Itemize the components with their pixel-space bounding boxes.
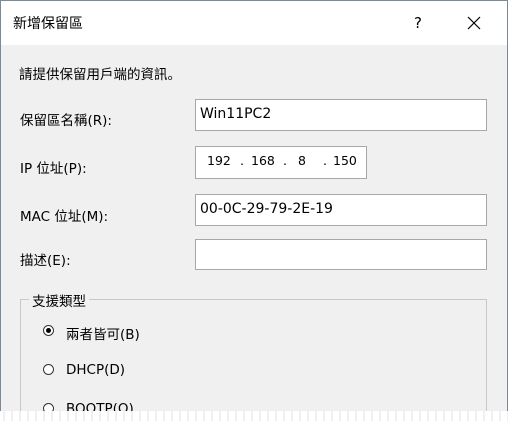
radio-dhcp-label: DHCP(D) xyxy=(66,362,126,378)
radio-button-icon[interactable] xyxy=(43,364,54,375)
instruction-text: 請提供保留用戶端的資訊。 xyxy=(19,67,181,83)
ip-dot-separator: . xyxy=(283,153,287,168)
ip-address-label: IP 位址(P): xyxy=(20,161,87,177)
ip-dot-separator: . xyxy=(240,153,244,168)
reservation-name-label: 保留區名稱(R): xyxy=(20,113,112,129)
ip-octet-1[interactable]: 192 xyxy=(207,153,231,168)
ip-dot-separator: . xyxy=(323,153,327,168)
description-input[interactable] xyxy=(195,239,487,270)
help-button[interactable]: ? xyxy=(396,7,440,39)
close-icon xyxy=(467,16,481,30)
ip-octet-3[interactable]: 8 xyxy=(298,153,306,168)
radio-both-label: 兩者皆可(B) xyxy=(66,327,140,343)
ip-address-input[interactable]: 192 . 168 . 8 . 150 xyxy=(195,146,367,179)
description-label: 描述(E): xyxy=(20,253,71,269)
torn-edge xyxy=(0,411,508,421)
mac-address-input[interactable]: 00-0C-29-79-2E-19 xyxy=(195,194,487,226)
close-button[interactable] xyxy=(451,7,497,39)
support-type-title: 支援類型 xyxy=(29,290,89,310)
dialog-title: 新增保留區 xyxy=(13,16,83,32)
radio-button-icon[interactable] xyxy=(43,325,54,336)
mac-address-label: MAC 位址(M): xyxy=(20,209,109,225)
title-bar: 新增保留區 ? xyxy=(1,1,507,45)
ip-octet-4[interactable]: 150 xyxy=(333,153,357,168)
new-reservation-dialog: 新增保留區 ? 請提供保留用戶端的資訊。 保留區名稱(R): Win11PC2 … xyxy=(0,0,508,421)
ip-octet-2[interactable]: 168 xyxy=(251,153,275,168)
reservation-name-input[interactable]: Win11PC2 xyxy=(195,99,487,131)
